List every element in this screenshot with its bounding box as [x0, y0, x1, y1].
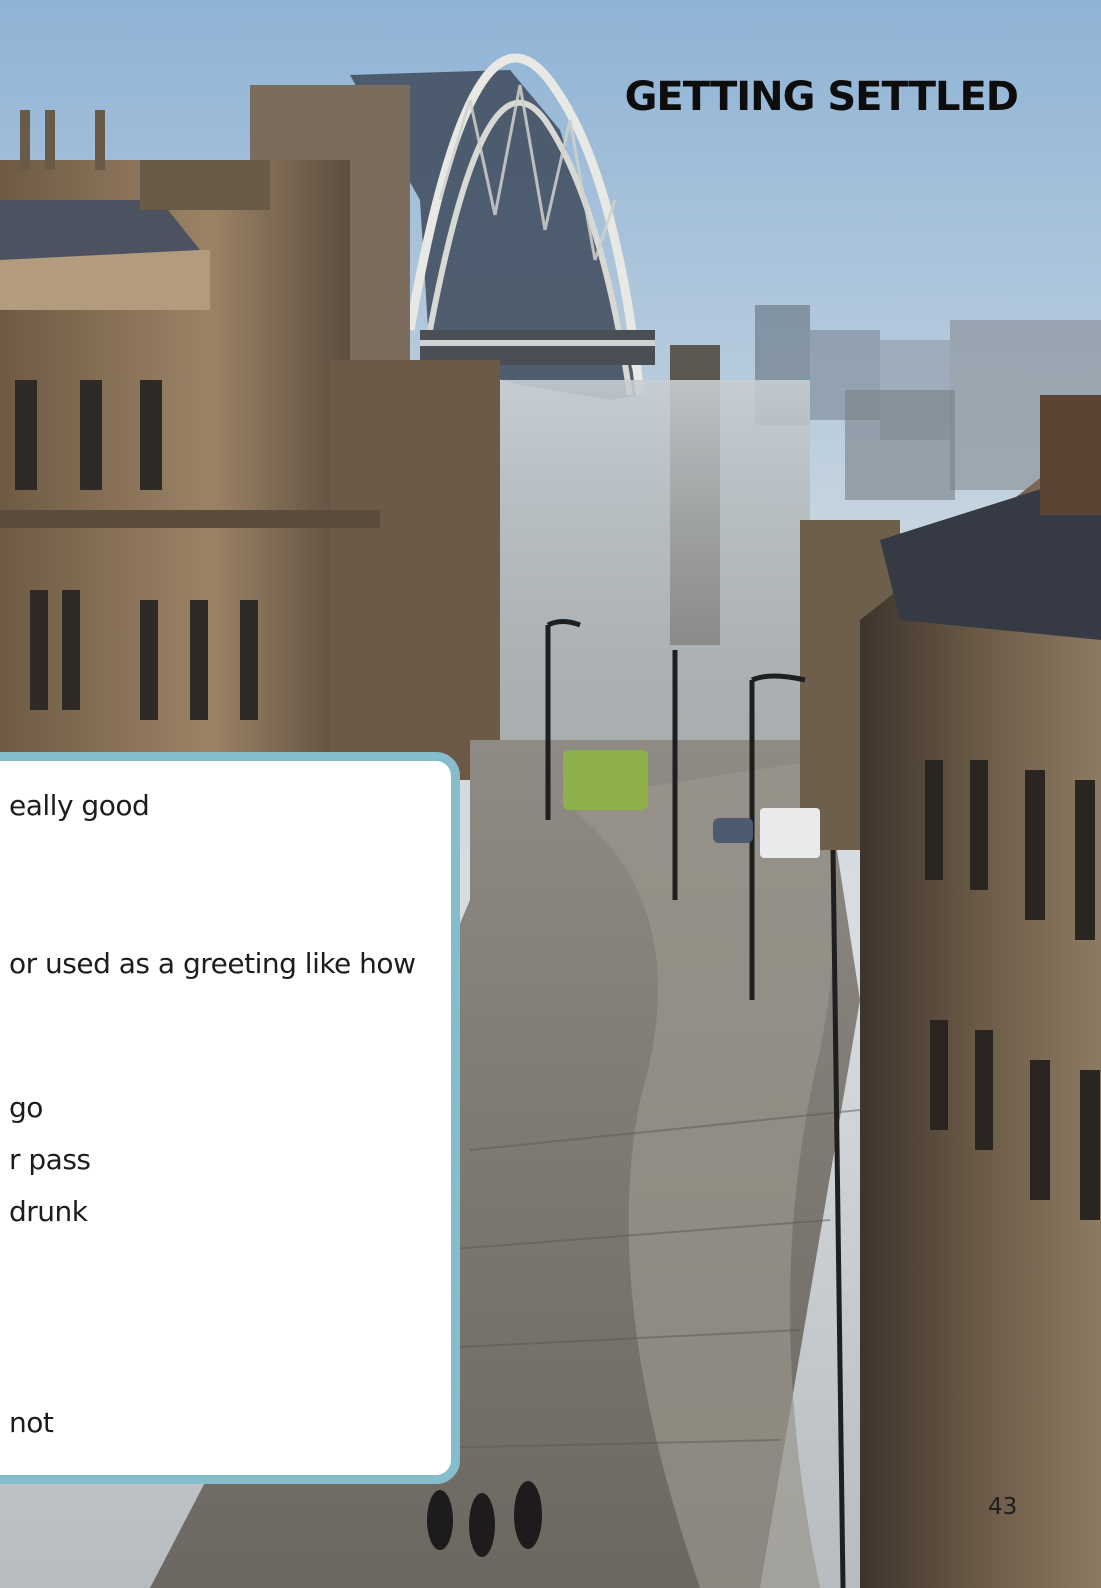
glossary-line-5: drunk: [9, 1195, 88, 1228]
page-number: 43: [988, 1494, 1018, 1520]
glossary-line-2: or used as a greeting like how: [9, 947, 416, 980]
glossary-line-6: not: [9, 1406, 54, 1439]
glossary-line-3: go: [9, 1091, 43, 1124]
glossary-box: eally good or used as a greeting like ho…: [0, 752, 460, 1484]
glossary-line-1: eally good: [9, 789, 150, 822]
section-title: GETTING SETTLED: [624, 74, 1019, 120]
glossary-line-4: r pass: [9, 1143, 91, 1176]
